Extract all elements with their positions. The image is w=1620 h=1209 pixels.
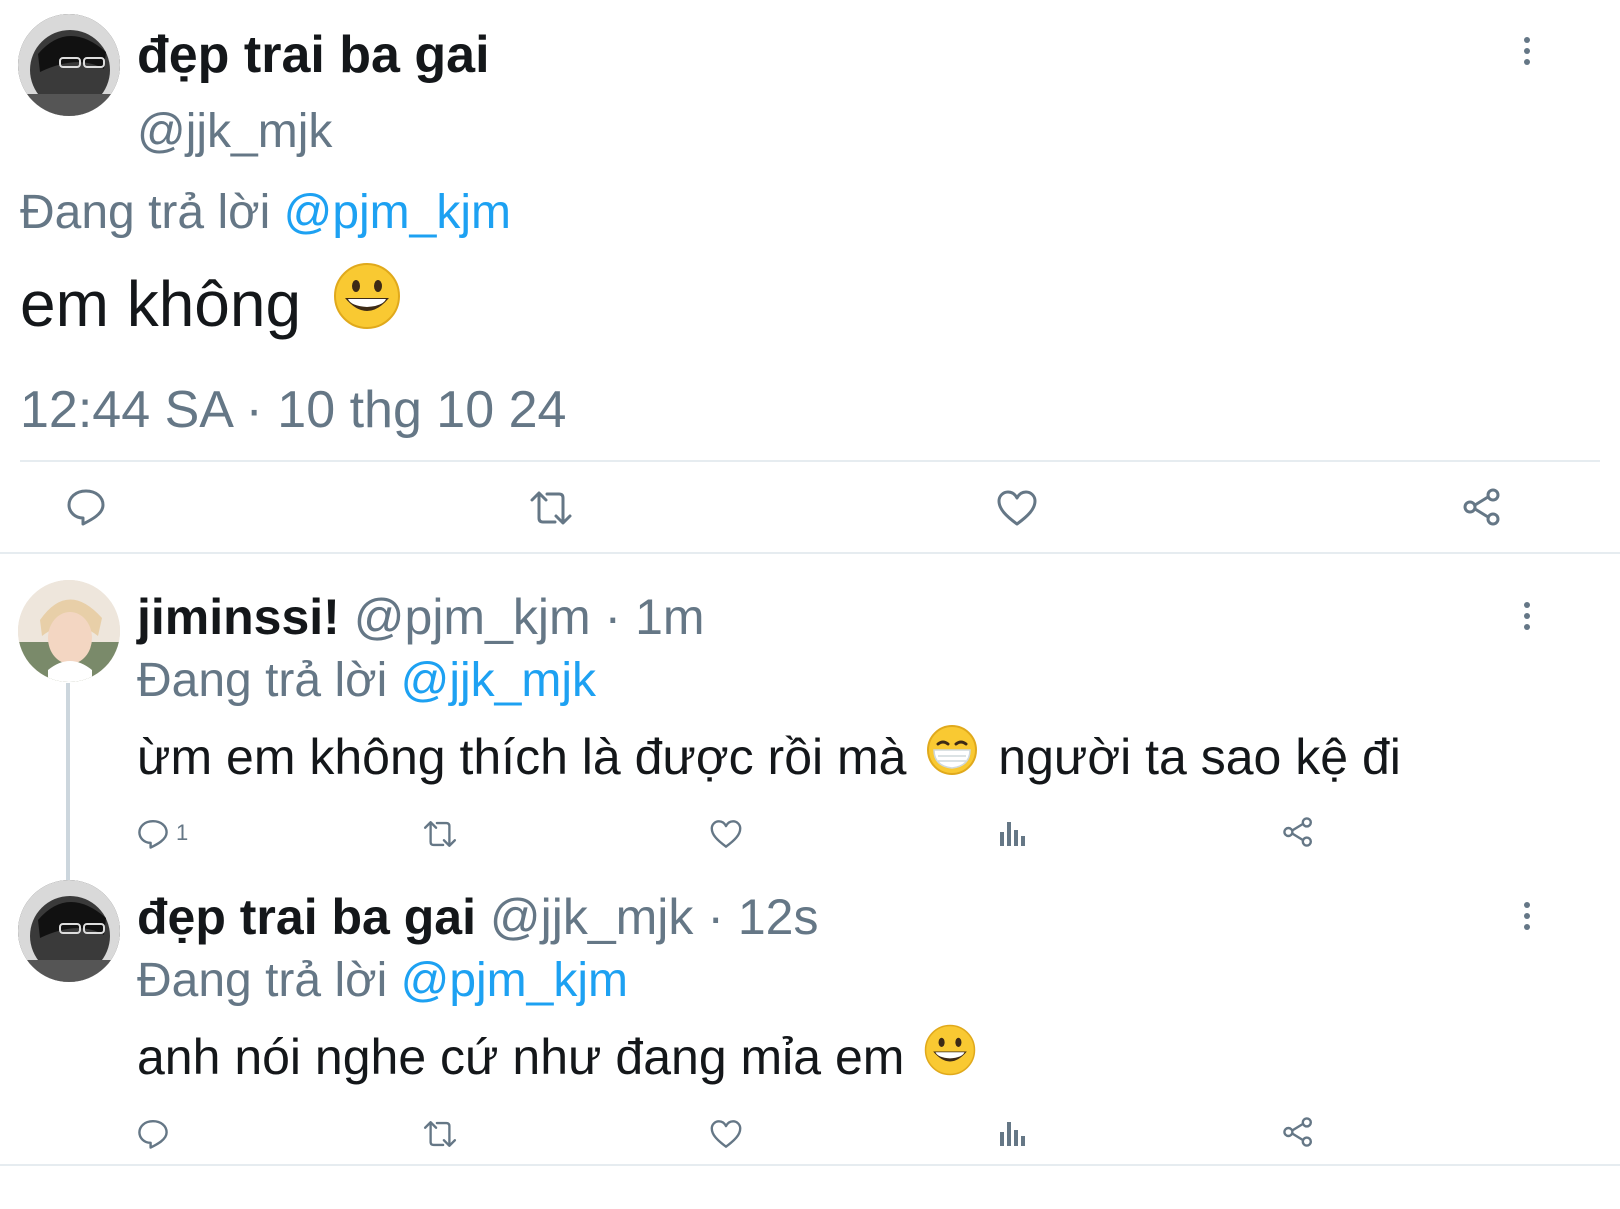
tweet-timestamp[interactable]: 12:44 SA · 10 thg 10 24 — [20, 378, 566, 442]
reply-text: anh nói nghe cứ như đang mỉa em — [137, 1024, 976, 1090]
reply-body-before: anh nói nghe cứ như đang mỉa em — [137, 1029, 905, 1085]
reply-count: 1 — [176, 820, 189, 845]
reply-mention-link[interactable]: @pjm_kjm — [284, 186, 511, 239]
like-icon[interactable] — [709, 819, 743, 849]
tweet-body: em không — [20, 268, 302, 340]
reply-text: ừm em không thích là được rồi mà người t… — [137, 724, 1401, 790]
avatar[interactable] — [18, 580, 120, 682]
analytics-icon[interactable] — [998, 1118, 1028, 1148]
retweet-icon[interactable] — [422, 818, 458, 850]
analytics-icon[interactable] — [998, 818, 1028, 848]
more-options-icon[interactable] — [1522, 602, 1532, 635]
retweet-icon[interactable] — [528, 488, 574, 528]
grinning-face-icon — [333, 262, 401, 346]
like-icon[interactable] — [709, 1119, 743, 1149]
reply-icon[interactable] — [137, 1118, 169, 1150]
reply-time[interactable]: · 1m — [605, 589, 705, 645]
retweet-icon[interactable] — [422, 1118, 458, 1150]
face-with-medical-mask-icon — [926, 724, 978, 790]
display-name[interactable]: đẹp trai ba gai — [137, 22, 490, 88]
divider — [0, 552, 1620, 554]
divider — [0, 1164, 1620, 1166]
reply-icon[interactable] — [137, 818, 169, 850]
reply-prefix: Đang trả lời — [20, 186, 271, 239]
thread-connector — [66, 683, 70, 883]
reply-mention-link[interactable]: @jjk_mjk — [401, 654, 596, 707]
reply-prefix: Đang trả lời — [137, 954, 388, 1007]
user-handle[interactable]: @pjm_kjm — [354, 589, 591, 645]
user-handle[interactable]: @jjk_mjk — [137, 100, 332, 164]
reply-mention-link[interactable]: @pjm_kjm — [401, 954, 628, 1007]
avatar[interactable] — [18, 880, 120, 982]
reply-header: jiminssi! @pjm_kjm · 1m — [137, 586, 705, 648]
user-handle[interactable]: @jjk_mjk — [490, 889, 694, 945]
share-icon[interactable] — [1282, 816, 1314, 848]
display-name[interactable]: jiminssi! — [137, 589, 340, 645]
reply-prefix: Đang trả lời — [137, 654, 388, 707]
like-icon[interactable] — [996, 489, 1038, 527]
avatar[interactable] — [18, 14, 120, 116]
share-icon[interactable] — [1462, 487, 1502, 527]
more-options-icon[interactable] — [1522, 902, 1532, 935]
reply-body-before: ừm em không thích là được rồi mà — [137, 729, 907, 785]
replying-to: Đang trả lời @pjm_kjm — [137, 950, 628, 1012]
replying-to: Đang trả lời @pjm_kjm — [20, 182, 511, 244]
divider — [20, 460, 1600, 462]
display-name[interactable]: đẹp trai ba gai — [137, 889, 476, 945]
reply-body-after: người ta sao kệ đi — [998, 729, 1401, 785]
replying-to: Đang trả lời @jjk_mjk — [137, 650, 596, 712]
share-icon[interactable] — [1282, 1116, 1314, 1148]
more-options-icon[interactable] — [1522, 37, 1532, 70]
grinning-face-icon — [924, 1024, 976, 1090]
reply-icon[interactable] — [66, 487, 106, 527]
reply-header: đẹp trai ba gai @jjk_mjk · 12s — [137, 886, 819, 948]
reply-time[interactable]: · 12s — [707, 889, 818, 945]
tweet-text: em không — [20, 263, 401, 346]
